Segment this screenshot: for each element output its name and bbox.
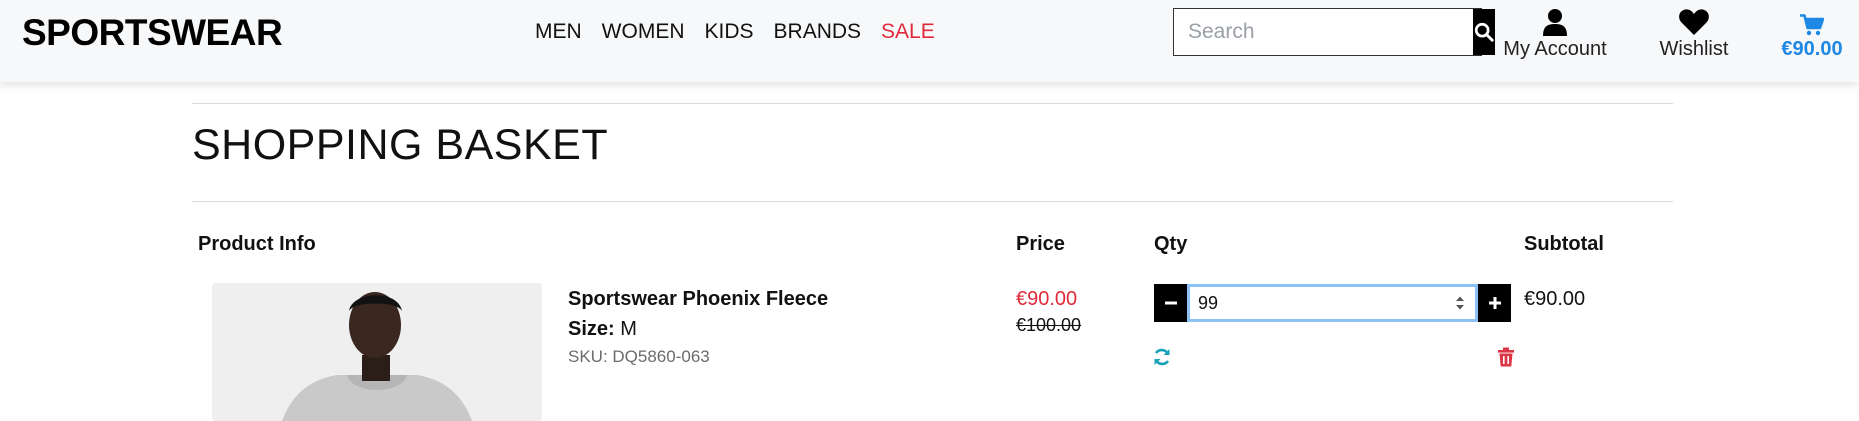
decrement-button[interactable] [1154, 284, 1187, 322]
item-subtotal: €90.00 [1524, 288, 1586, 310]
quantity-field [1187, 284, 1478, 322]
column-header-product: Product Info [198, 233, 316, 255]
size-value: M [620, 318, 637, 340]
main-nav: MEN WOMEN KIDS BRANDS SALE [535, 20, 935, 44]
update-quantity-button[interactable] [1152, 347, 1172, 372]
plus-icon [1488, 297, 1501, 309]
column-header-price: Price [1016, 233, 1065, 255]
column-header-qty: Qty [1154, 233, 1188, 255]
increment-button[interactable] [1478, 284, 1511, 322]
search-input[interactable] [1174, 9, 1473, 55]
product-size: Size: M [568, 318, 637, 341]
heart-icon [1679, 9, 1709, 35]
search-bar [1173, 8, 1495, 56]
shopping-cart-icon [1800, 14, 1824, 36]
my-account-label: My Account [1503, 38, 1607, 60]
nav-link-brands[interactable]: BRANDS [774, 20, 862, 44]
size-label: Size: [568, 318, 615, 340]
my-account-link[interactable]: My Account [1500, 2, 1610, 61]
product-image[interactable] [212, 283, 542, 421]
user-icon [1543, 9, 1567, 36]
search-button[interactable] [1473, 9, 1495, 55]
trash-icon [1498, 347, 1514, 367]
minus-icon [1164, 301, 1177, 305]
refresh-icon [1154, 348, 1170, 366]
original-price: €100.00 [1016, 315, 1082, 335]
nav-link-women[interactable]: WOMEN [602, 20, 685, 44]
nav-link-sale[interactable]: SALE [881, 20, 935, 44]
cart-link[interactable]: €90.00 [1772, 2, 1852, 61]
spinner-arrows-icon[interactable] [1455, 295, 1465, 311]
quantity-input[interactable] [1190, 287, 1475, 319]
divider [192, 201, 1673, 202]
divider [192, 103, 1673, 104]
site-logo[interactable]: SPORTSWEAR [22, 12, 283, 54]
page-title: SHOPPING BASKET [192, 121, 609, 169]
search-icon [1474, 22, 1494, 42]
product-sku: SKU: DQ5860-063 [568, 347, 710, 366]
column-header-subtotal: Subtotal [1524, 233, 1604, 255]
site-header: SPORTSWEAR MEN WOMEN KIDS BRANDS SALE My… [0, 0, 1859, 82]
product-name[interactable]: Sportswear Phoenix Fleece [568, 288, 828, 311]
nav-link-kids[interactable]: KIDS [705, 20, 754, 44]
sale-price: €90.00 [1016, 288, 1078, 310]
wishlist-link[interactable]: Wishlist [1650, 2, 1738, 61]
product-photo [212, 283, 542, 421]
cart-total: €90.00 [1781, 38, 1843, 60]
wishlist-label: Wishlist [1659, 38, 1729, 60]
remove-item-button[interactable] [1497, 347, 1515, 372]
quantity-stepper [1154, 284, 1511, 322]
nav-link-men[interactable]: MEN [535, 20, 582, 44]
